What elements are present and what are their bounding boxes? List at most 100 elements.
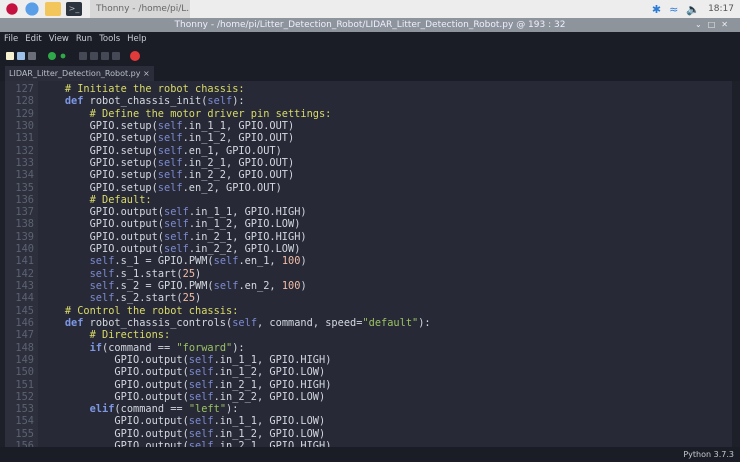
code-token <box>40 292 90 304</box>
minimize-icon[interactable]: ⌄ <box>695 20 708 29</box>
code-token: GPIO.setup( <box>40 132 158 144</box>
code-token: .s_2 = GPIO.PWM( <box>114 280 213 292</box>
code-token: 25 <box>183 268 195 280</box>
interpreter-label[interactable]: Python 3.7.3 <box>683 450 734 459</box>
code-token: .in_1_2, GPIO.LOW) <box>214 428 326 440</box>
code-editor[interactable]: 127 # Initiate the robot chassis:128 def… <box>5 81 732 447</box>
taskbar-thonny-button[interactable]: Thonny - /home/pi/L... <box>90 0 190 18</box>
step-out-icon[interactable] <box>101 52 109 60</box>
menu-tools[interactable]: Tools <box>99 32 120 47</box>
code-token <box>40 194 90 206</box>
line-number: 134 <box>5 169 34 181</box>
code-token: GPIO.output( <box>40 231 164 243</box>
code-token: "default" <box>362 317 418 329</box>
save-icon[interactable] <box>28 52 36 60</box>
code-token: self <box>158 132 183 144</box>
code-token: .in_2_1, GPIO.HIGH) <box>189 231 307 243</box>
code-token: ) <box>300 255 306 267</box>
line-number: 143 <box>5 280 34 292</box>
code-token <box>40 305 65 317</box>
code-token: self <box>158 157 183 169</box>
code-token: .en_1, GPIO.OUT) <box>183 145 282 157</box>
code-token: ) <box>195 268 201 280</box>
line-number: 139 <box>5 231 34 243</box>
line-number: 127 <box>5 83 34 95</box>
bluetooth-icon[interactable]: ✱ <box>652 3 661 16</box>
line-number: 146 <box>5 317 34 329</box>
code-token: .in_2_2, GPIO.LOW) <box>189 243 301 255</box>
code-line: 141 self.s_1 = GPIO.PWM(self.en_1, 100) <box>5 255 431 267</box>
menu-view[interactable]: View <box>49 32 69 47</box>
code-token: ): <box>226 403 238 415</box>
raspberry-menu-icon[interactable] <box>5 2 19 16</box>
code-token <box>40 83 65 95</box>
maximize-icon[interactable]: □ <box>708 20 722 29</box>
code-token: .en_2, <box>238 280 281 292</box>
toolbar <box>0 47 740 64</box>
file-manager-icon[interactable] <box>45 2 61 16</box>
menu-bar: File Edit View Run Tools Help <box>0 32 740 47</box>
line-number: 136 <box>5 194 34 206</box>
code-token: GPIO.output( <box>40 243 164 255</box>
code-line: 138 GPIO.output(self.in_1_2, GPIO.LOW) <box>5 218 431 230</box>
code-token: , command, speed= <box>257 317 362 329</box>
line-number: 130 <box>5 120 34 132</box>
code-token: .in_1_1, GPIO.HIGH) <box>189 206 307 218</box>
tab-lidar-litter-detection-robot[interactable]: LIDAR_Litter_Detection_Robot.py × <box>5 66 154 81</box>
run-icon[interactable] <box>48 52 56 60</box>
line-number: 133 <box>5 157 34 169</box>
status-bar: Python 3.7.3 <box>0 447 740 462</box>
code-token: GPIO.setup( <box>40 169 158 181</box>
resume-icon[interactable] <box>112 52 120 60</box>
line-number: 142 <box>5 268 34 280</box>
code-token: "forward" <box>176 342 232 354</box>
code-token: .in_1_2, GPIO.OUT) <box>183 132 295 144</box>
volume-icon[interactable]: 🔈 <box>686 3 700 16</box>
code-token: self <box>164 206 189 218</box>
line-number: 129 <box>5 108 34 120</box>
code-line: 132 GPIO.setup(self.en_1, GPIO.OUT) <box>5 145 431 157</box>
close-icon[interactable]: ✕ <box>721 20 734 29</box>
code-token: robot_chassis_controls( <box>83 317 232 329</box>
code-token: .in_1_1, GPIO.OUT) <box>183 120 295 132</box>
menu-help[interactable]: Help <box>127 32 146 47</box>
terminal-icon[interactable]: >_ <box>66 2 82 16</box>
wifi-icon[interactable]: ≈ <box>669 3 678 16</box>
code-line: 146 def robot_chassis_controls(self, com… <box>5 317 431 329</box>
menu-file[interactable]: File <box>4 32 18 47</box>
debug-icon[interactable] <box>61 53 66 58</box>
menu-edit[interactable]: Edit <box>25 32 41 47</box>
code-token <box>40 108 90 120</box>
new-file-icon[interactable] <box>6 52 14 60</box>
code-token <box>40 268 90 280</box>
code-token <box>40 329 90 341</box>
code-token: GPIO.output( <box>40 428 189 440</box>
open-file-icon[interactable] <box>17 52 25 60</box>
code-token: self <box>189 366 214 378</box>
step-into-icon[interactable] <box>90 52 98 60</box>
code-token: .in_2_1, GPIO.OUT) <box>183 157 295 169</box>
code-line: 128 def robot_chassis_init(self): <box>5 95 431 107</box>
menu-run[interactable]: Run <box>76 32 92 47</box>
code-token <box>40 255 90 267</box>
code-token: ) <box>195 292 201 304</box>
stop-icon[interactable] <box>130 51 140 61</box>
line-number: 128 <box>5 95 34 107</box>
code-token: .s_1.start( <box>114 268 182 280</box>
code-token: ): <box>232 342 244 354</box>
code-token: ): <box>232 95 244 107</box>
code-token: (command == <box>114 403 188 415</box>
code-line: 127 # Initiate the robot chassis: <box>5 83 431 95</box>
code-token: GPIO.output( <box>40 206 164 218</box>
step-over-icon[interactable] <box>79 52 87 60</box>
line-number: 147 <box>5 329 34 341</box>
code-line: 135 GPIO.setup(self.en_2, GPIO.OUT) <box>5 182 431 194</box>
code-line: 153 elif(command == "left"): <box>5 403 431 415</box>
code-token: def <box>65 317 84 329</box>
code-token: self <box>214 255 239 267</box>
code-token: def <box>65 95 84 107</box>
code-token: robot_chassis_init( <box>83 95 207 107</box>
code-token: .in_2_2, GPIO.OUT) <box>183 169 295 181</box>
code-line: 142 self.s_1.start(25) <box>5 268 431 280</box>
browser-icon[interactable] <box>24 2 40 16</box>
